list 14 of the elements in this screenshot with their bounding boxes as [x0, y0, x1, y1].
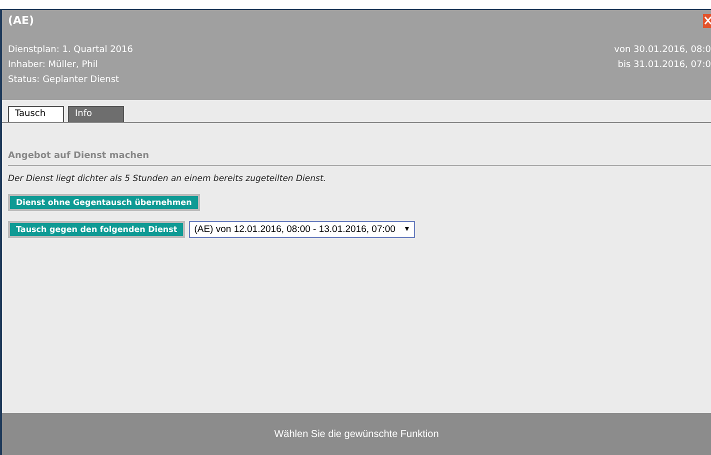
header-info: Status: Geplanter Dienst — [8, 74, 120, 86]
section-heading: Angebot auf Dienst machen — [8, 151, 711, 166]
header-info: Inhaber: Müller, Phil — [8, 59, 99, 71]
date-range: von 30.01.2016, 08:0 — [614, 44, 711, 56]
window-title: (AE) — [8, 14, 34, 27]
close-icon[interactable] — [703, 14, 711, 28]
tab[interactable]: Info — [68, 106, 124, 122]
date-range: bis 31.01.2016, 07:0 — [616, 59, 711, 71]
status-footer: Wählen Sie die gewünschte Funktion — [2, 413, 711, 455]
accept-button[interactable]: Dienst ohne Gegentausch übernehmen — [8, 194, 200, 211]
header-info: Dienstplan: 1. Quartal 2016 — [8, 44, 133, 56]
tab[interactable]: Tausch — [8, 106, 64, 122]
notice-text: Der Dienst liegt dichter als 5 Stunden an einem bereits zugeteilten Dienst. — [8, 174, 328, 184]
swap-button[interactable]: Tausch gegen den folgenden Dienst — [8, 221, 186, 238]
